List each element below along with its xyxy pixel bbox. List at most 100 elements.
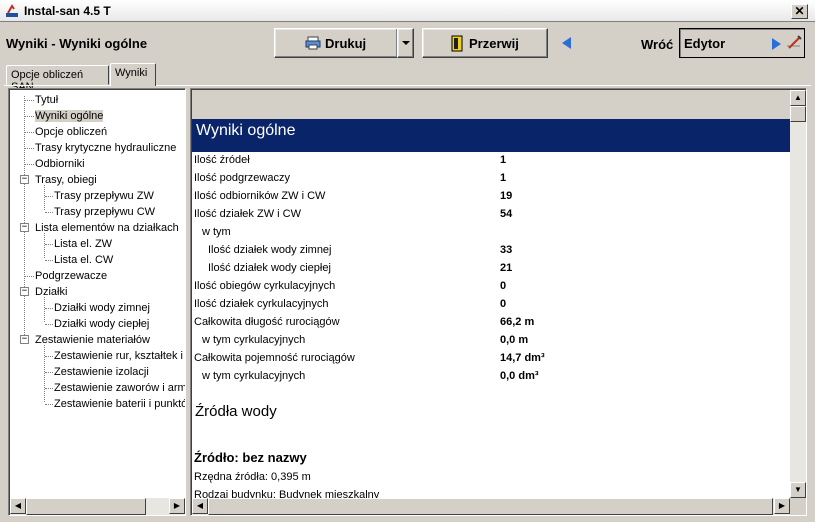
title-bar — [0, 0, 815, 22]
result-value: 0 — [500, 298, 507, 310]
results-tree[interactable]: Tytuł Wyniki ogólne Opcje obliczeń Trasy… — [8, 88, 186, 516]
result-value: 54 — [500, 208, 513, 220]
tree-line — [25, 116, 34, 117]
scroll-corner — [790, 498, 806, 515]
result-label: Ilość odbiorników ZW i CW — [194, 190, 326, 202]
results-view: Wyniki ogólne Ilość źródeł 1 Ilość podgr… — [190, 88, 807, 516]
tree-item-list-zw[interactable]: Lista el. ZW — [54, 237, 112, 251]
tree-item-sections[interactable]: Działki — [35, 285, 67, 299]
window-title: Instal-san 4.5 T — [24, 4, 111, 18]
tree-item-routes-cw[interactable]: Trasy przepływu CW — [54, 205, 155, 219]
tree-item-valves[interactable]: Zestawienie zaworów i armat — [54, 381, 185, 395]
back-label[interactable]: Wróć — [641, 37, 673, 52]
print-button[interactable]: Drukuj — [274, 28, 398, 58]
source-heading: Źródło: bez nazwy — [194, 450, 307, 465]
collapse-icon[interactable]: − — [20, 175, 29, 184]
collapse-icon[interactable]: − — [20, 223, 29, 232]
tree-item-heaters[interactable]: Podgrzewacze — [35, 269, 107, 283]
tree-line — [45, 196, 53, 197]
result-label: Ilość źródeł — [194, 154, 250, 166]
tree-line — [45, 372, 53, 373]
tree-line — [45, 308, 53, 309]
section-heading: Źródła wody — [195, 403, 277, 420]
result-value: 19 — [500, 190, 513, 202]
tree-line — [45, 404, 53, 405]
tree-item-receivers[interactable]: Odbiorniki — [35, 157, 85, 171]
chevron-down-icon — [402, 41, 410, 45]
close-button[interactable]: ✕ — [791, 4, 808, 19]
tree-line — [45, 324, 53, 325]
printer-icon — [305, 36, 321, 50]
tree-item-critical-routes[interactable]: Trasy krytyczne hydrauliczne — [35, 141, 176, 155]
tree-line — [45, 244, 53, 245]
result-value: 66,2 m — [500, 316, 535, 328]
scroll-down-icon[interactable]: ▼ — [790, 482, 806, 498]
tab-results[interactable]: Wyniki — [110, 63, 156, 86]
content-header-strip — [192, 90, 790, 119]
break-button[interactable]: Przerwij — [422, 28, 548, 58]
result-value: 0 — [500, 280, 507, 292]
result-label: w tym — [202, 226, 231, 238]
source-detail: Rzędna źródła: 0,395 m — [194, 471, 311, 483]
scroll-up-icon[interactable]: ▲ — [790, 90, 806, 106]
collapse-icon[interactable]: − — [20, 335, 29, 344]
tree-item-routes-zw[interactable]: Trasy przepływu ZW — [54, 189, 154, 203]
tree-line — [44, 185, 45, 210]
tree-item-element-list[interactable]: Lista elementów na działkach — [35, 221, 179, 235]
tab-calc-options[interactable]: Opcje obliczeń SAN — [6, 65, 109, 93]
tree-item-hot-water[interactable]: Działki wody ciepłej — [54, 317, 149, 331]
tree-item-calc-options[interactable]: Opcje obliczeń — [35, 125, 107, 139]
scroll-right-icon[interactable]: ▶ — [774, 498, 790, 514]
result-label: Ilość działek ZW i CW — [194, 208, 301, 220]
door-icon — [451, 35, 463, 52]
tree-item-list-cw[interactable]: Lista el. CW — [54, 253, 113, 267]
result-label: w tym cyrkulacyjnych — [202, 370, 306, 382]
editor-button[interactable]: Edytor — [679, 28, 805, 58]
scroll-left-icon[interactable]: ◀ — [192, 498, 208, 514]
print-label: Drukuj — [325, 36, 367, 51]
tree-line — [45, 260, 53, 261]
result-value: 0,0 dm³ — [500, 370, 539, 382]
tree-item-materials[interactable]: Zestawienie materiałów — [35, 333, 150, 347]
scroll-right-icon[interactable]: ▶ — [169, 498, 185, 514]
tree-item-cold-water[interactable]: Działki wody zimnej — [54, 301, 150, 315]
content-vscroll-track[interactable] — [790, 90, 806, 498]
tree-item-routes[interactable]: Trasy, obiegi — [35, 173, 97, 187]
tree-line — [44, 345, 45, 402]
result-label: Ilość działek wody zimnej — [208, 244, 332, 256]
result-label: Ilość działek cyrkulacyjnych — [194, 298, 329, 310]
scroll-left-icon[interactable]: ◀ — [10, 498, 26, 514]
result-label: Całkowita długość rurociągów — [194, 316, 340, 328]
tree-hscroll-thumb[interactable] — [26, 498, 146, 515]
content-vscroll-thumb[interactable] — [790, 106, 806, 122]
tree-line — [45, 212, 53, 213]
result-value: 1 — [500, 172, 507, 184]
print-dropdown-button[interactable] — [397, 28, 414, 58]
tree-item-insulation[interactable]: Zestawienie izolacji — [54, 365, 149, 379]
result-value: 14,7 dm³ — [500, 352, 545, 364]
arrow-right-icon — [772, 38, 781, 50]
tree-line — [25, 276, 34, 277]
tree-line — [44, 297, 45, 322]
editor-icon — [787, 35, 802, 49]
tree-item-general-results[interactable]: Wyniki ogólne — [35, 109, 104, 123]
result-label: Całkowita pojemność rurociągów — [194, 352, 355, 364]
results-banner: Wyniki ogólne — [192, 119, 790, 152]
page-title: Wyniki - Wyniki ogólne — [6, 36, 148, 51]
result-value: 0,0 m — [500, 334, 529, 346]
app-icon — [6, 4, 18, 17]
tree-line — [25, 132, 34, 133]
break-label: Przerwij — [469, 36, 519, 51]
tree-item-faucets[interactable]: Zestawienie baterii i punktów — [54, 397, 185, 411]
collapse-icon[interactable]: − — [20, 287, 29, 296]
tree-line — [25, 164, 34, 165]
tree-item-title[interactable]: Tytuł — [35, 93, 58, 107]
arrow-left-icon[interactable] — [561, 37, 573, 49]
tree-item-pipes[interactable]: Zestawienie rur, kształtek i — [54, 349, 183, 363]
tree-line — [44, 233, 45, 258]
result-value: 21 — [500, 262, 513, 274]
content-hscroll-thumb[interactable] — [208, 498, 773, 515]
result-value: 33 — [500, 244, 513, 256]
tree-line — [45, 388, 53, 389]
result-value: 1 — [500, 154, 507, 166]
